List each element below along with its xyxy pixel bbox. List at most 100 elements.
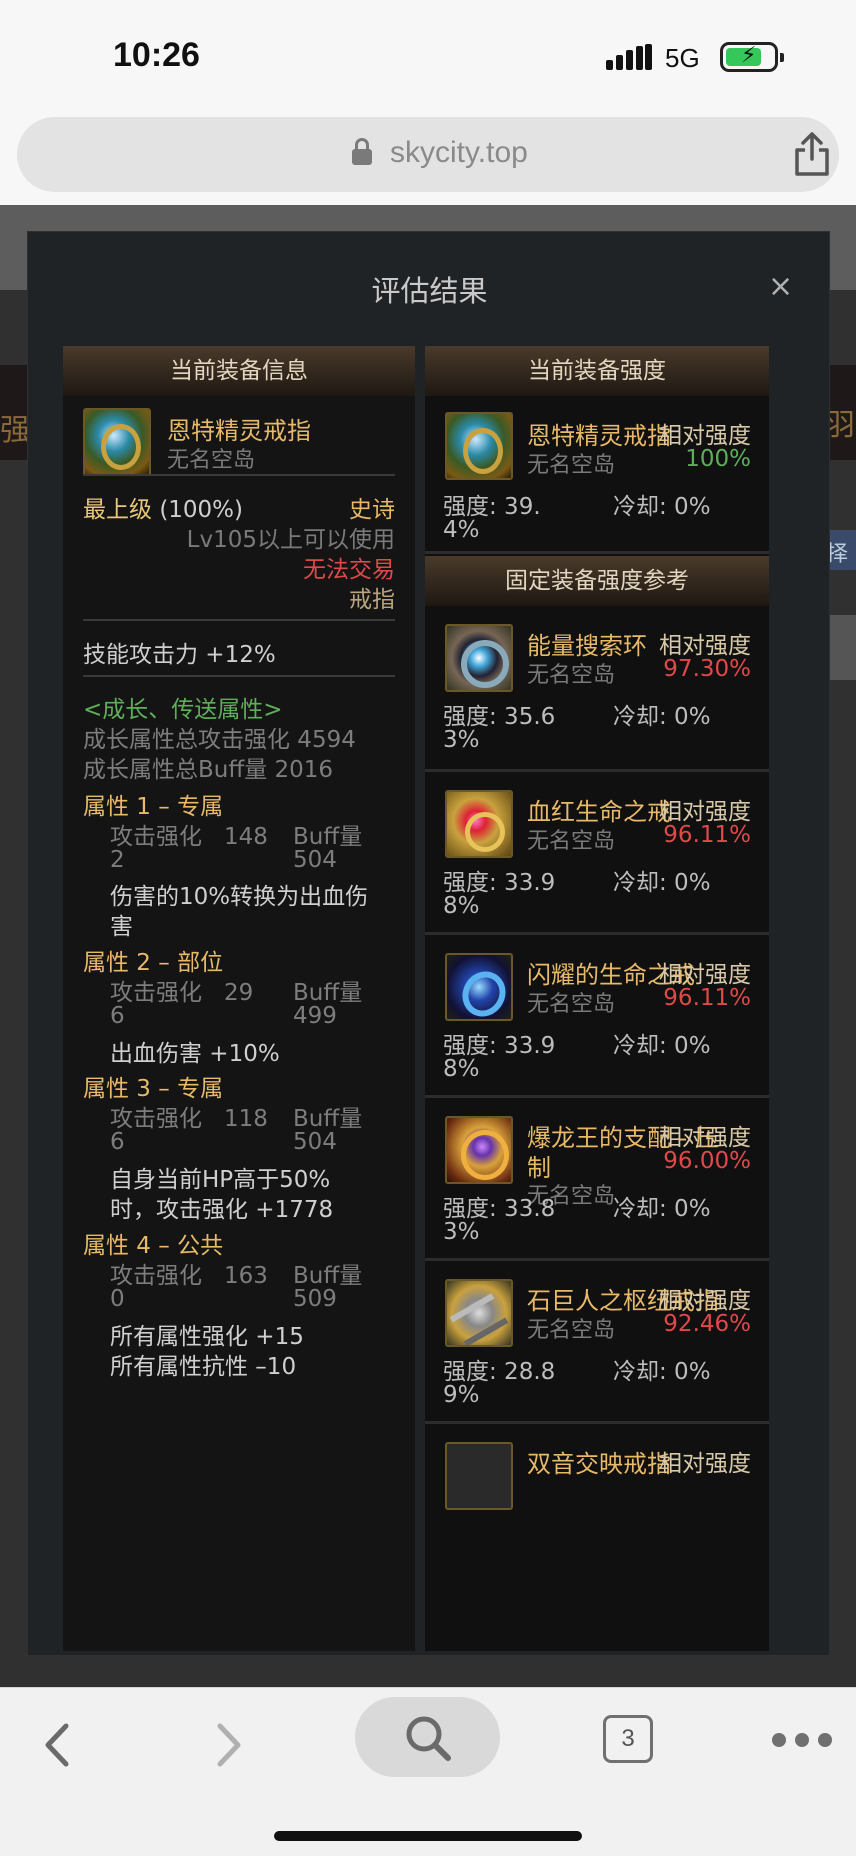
attribute-attack: 攻击强化 29 [110,980,254,1006]
strength-value: 强度: 33.8 [443,1196,556,1222]
relative-strength-value: 96.11% [663,985,751,1011]
item-source: 无名空岛 [167,448,256,473]
status-time: 10:26 [113,36,200,74]
bg-gray-block [826,615,856,680]
more-icon[interactable] [772,1733,832,1747]
cooldown-value: 冷却: 0% [613,870,711,896]
item-source: 无名空岛 [527,453,616,478]
cooldown-value: 冷却: 0% [613,1196,711,1222]
item-source: 无名空岛 [527,992,616,1017]
reference-card: 能量搜索环 无名空岛 相对强度 97.30% 强度: 35.6 3% 冷却: 0… [425,606,769,772]
attribute-effect: 时，攻击强化 +1778 [110,1197,334,1223]
reference-card: 闪耀的生命之戒 无名空岛 相对强度 96.11% 强度: 33.9 8% 冷却:… [425,935,769,1098]
search-icon [406,1716,451,1761]
evaluation-modal: 评估结果 × 当前装备信息 恩特精灵戒指 无名空岛 最上级 (100%) 史诗 … [27,231,830,1656]
grade-label: 最上级 (100%) [83,497,244,523]
attribute-title: 属性 3 – 专属 [83,1076,224,1102]
strength-value-cont: 3% [443,727,480,753]
attribute-buff-label: Buff量 [293,1106,363,1132]
forward-icon[interactable] [208,1720,248,1770]
divider [83,474,395,476]
attribute-title: 属性 1 – 专属 [83,794,224,820]
ring-icon [445,412,513,480]
attribute-attack: 攻击强化 163 [110,1263,268,1289]
current-strength-card: 恩特精灵戒指 无名空岛 相对强度 100% 强度: 39. 4% 冷却: 0% [425,396,769,554]
attribute-buff-value: 504 [293,847,337,873]
attribute-title: 属性 2 – 部位 [83,950,224,976]
home-indicator [274,1831,582,1841]
address-bar[interactable]: skycity.top [17,117,839,192]
strength-value: 强度: 28.8 [443,1359,556,1385]
attribute-effect: 所有属性强化 +15 [110,1324,304,1350]
attribute-title: 属性 4 – 公共 [83,1233,224,1259]
relative-strength-label: 相对强度 [659,962,751,988]
strength-value-cont: 3% [443,1219,480,1245]
strength-value: 强度: 39. [443,494,541,520]
shining-ring-icon [445,953,513,1021]
relative-strength-label: 相对强度 [659,633,751,659]
item-name: 能量搜索环 [527,632,647,660]
attribute-attack: 攻击强化 118 [110,1106,268,1132]
relative-strength-value: 96.00% [663,1148,751,1174]
cooldown-value: 冷却: 0% [613,494,711,520]
attribute-attack: 攻击强化 148 [110,824,268,850]
slot-type: 戒指 [349,587,395,613]
strength-value-cont: 4% [443,517,480,543]
panel-header-right: 当前装备强度 [425,346,769,396]
item-name: 双音交映戒指 [527,1450,671,1478]
url-text: skycity.top [390,136,528,169]
tabs-button[interactable]: 3 [603,1715,653,1763]
trade-status: 无法交易 [303,557,395,583]
divider [83,619,395,621]
back-icon[interactable] [38,1720,78,1770]
strength-value-cont: 8% [443,893,480,919]
attribute-effect: 自身当前HP高于50% [110,1167,331,1193]
dragon-ring-icon [445,1116,513,1184]
attribute-buff-label: Buff量 [293,1263,363,1289]
equipment-strength-panel: 当前装备强度 恩特精灵戒指 无名空岛 相对强度 100% 强度: 39. 4% … [425,346,769,1651]
attribute-buff-label: Buff量 [293,824,363,850]
attribute-effect: 出血伤害 +10% [110,1041,280,1067]
relative-strength-value: 96.11% [663,822,751,848]
cooldown-value: 冷却: 0% [613,1033,711,1059]
reference-card: 血红生命之戒 无名空岛 相对强度 96.11% 强度: 33.9 8% 冷却: … [425,772,769,935]
share-icon[interactable] [792,131,832,177]
cooldown-value: 冷却: 0% [613,704,711,730]
lock-icon [352,138,372,166]
reference-card: 爆龙王的支配 - 压 制 无名空岛 相对强度 96.00% 强度: 33.8 3… [425,1098,769,1261]
reference-header: 固定装备强度参考 [425,556,769,606]
strength-value: 强度: 35.6 [443,704,556,730]
item-name: 恩特精灵戒指 [167,417,311,445]
item-summary: 恩特精灵戒指 无名空岛 [63,396,415,486]
item-name: 血红生命之戒 [527,798,671,826]
growth-title: <成长、传送属性> [83,697,283,723]
attribute-attack-cont: 0 [110,1286,125,1312]
growth-total-attack: 成长属性总攻击强化 4594 [83,727,356,753]
relative-strength-value: 100% [685,446,751,472]
attribute-effect: 所有属性抗性 –10 [110,1354,297,1380]
relative-strength-label: 相对强度 [659,1288,751,1314]
current-equipment-info-panel: 当前装备信息 恩特精灵戒指 无名空岛 最上级 (100%) 史诗 Lv105以上… [63,346,415,1651]
modal-title: 评估结果 [371,274,488,308]
relative-strength-value: 92.46% [663,1311,751,1337]
relative-strength-value: 97.30% [663,656,751,682]
item-source: 无名空岛 [527,1318,616,1343]
level-requirement: Lv105以上可以使用 [186,527,395,553]
battery-icon: ⚡ [720,42,784,72]
relative-strength-label: 相对强度 [659,1451,751,1477]
energy-ring-icon [445,624,513,692]
network-type: 5G [665,43,700,73]
attribute-effect: 害 [110,914,133,940]
signal-icon [606,44,652,70]
attribute-attack-cont: 6 [110,1003,125,1029]
panel-header-left: 当前装备信息 [63,346,415,396]
status-bar: 10:26 5G ⚡ [0,0,856,112]
strength-value-cont: 8% [443,1056,480,1082]
reference-card: 石巨人之枢纽戒指 无名空岛 相对强度 92.46% 强度: 28.8 9% 冷却… [425,1261,769,1424]
search-button[interactable] [355,1697,500,1777]
close-button[interactable]: × [768,272,793,302]
attribute-buff-label: Buff量 [293,980,363,1006]
item-source: 无名空岛 [527,663,616,688]
item-source: 无名空岛 [527,829,616,854]
resonance-ring-icon [445,1442,513,1510]
